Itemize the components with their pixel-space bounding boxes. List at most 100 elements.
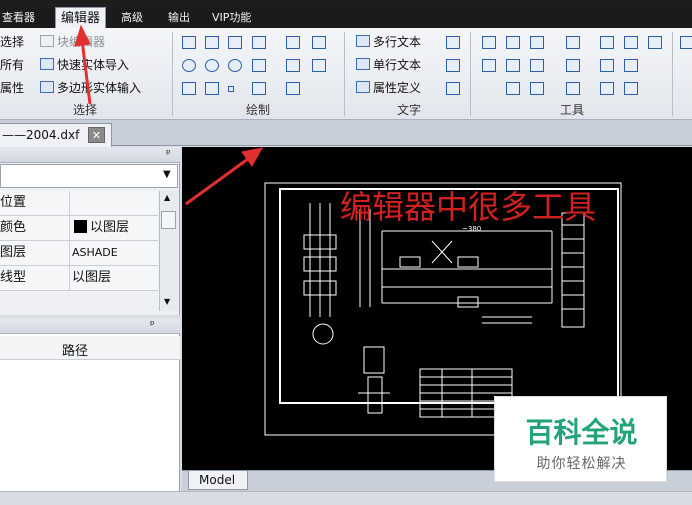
array-tool-icon[interactable] (566, 36, 580, 49)
stext-button[interactable]: 单行文本 (356, 56, 421, 74)
block-editor-label: 块编辑器 (57, 35, 106, 49)
point-tool-icon[interactable] (228, 86, 234, 92)
watermark-title: 百科全说 (525, 416, 638, 449)
stext-icon (356, 58, 370, 70)
property-key: 图层 (0, 241, 70, 265)
align-tool-icon[interactable] (648, 36, 662, 49)
document-tab[interactable]: ——2004.dxf ✕ (0, 123, 112, 147)
polygon-input-button[interactable]: 多边形实体输入 (40, 79, 141, 97)
terminal-block (561, 212, 585, 328)
menu-output[interactable]: 输出 (168, 8, 190, 28)
copy-tool-icon[interactable] (600, 36, 614, 49)
block-tool-icon[interactable] (312, 36, 326, 49)
select-button[interactable]: 选择 (0, 33, 24, 51)
text-group-label: 文字 (396, 103, 421, 117)
stext-label: 单行文本 (373, 58, 422, 72)
raster-tool-icon[interactable] (252, 82, 266, 95)
mirror-tool-icon[interactable] (530, 36, 544, 49)
document-tab-label: ——2004.dxf (2, 128, 80, 142)
entity-selector-dropdown[interactable]: ▼ (0, 164, 178, 188)
menu-vip[interactable]: VIP功能 (212, 8, 251, 28)
menu-viewer[interactable]: 查看器 (2, 8, 35, 28)
scale-tool-icon[interactable] (624, 36, 638, 49)
control-circuit (381, 230, 553, 324)
lengthen-tool-icon[interactable] (600, 82, 614, 95)
ribbon-separator (344, 32, 345, 116)
mtext-label: 多行文本 (373, 35, 422, 49)
rectangle-tool-icon[interactable] (228, 36, 242, 49)
scroll-thumb[interactable] (161, 211, 176, 229)
polygon-input-label: 多边形实体输入 (57, 81, 142, 95)
trim-tool-icon[interactable] (482, 59, 496, 72)
hatch-tool-icon[interactable] (286, 36, 300, 49)
revision-cloud-icon[interactable] (182, 82, 196, 95)
text-attr-icon[interactable] (446, 82, 460, 95)
polyline-tool-icon[interactable] (205, 36, 219, 49)
attdef-icon (356, 81, 370, 93)
scroll-down-icon[interactable]: ▼ (164, 297, 170, 306)
arc-tool-icon[interactable] (228, 59, 242, 72)
spline-tool-icon[interactable] (252, 36, 266, 49)
menu-editor[interactable]: 编辑器 (55, 7, 107, 29)
chevron-down-icon[interactable]: ▼ (163, 169, 171, 180)
path-panel-header: ᵖ (0, 318, 180, 334)
mtext-button[interactable]: 多行文本 (356, 33, 421, 51)
property-key: 位置 (0, 191, 70, 215)
watermark-logo: 百科全说 助你轻松解决 (494, 396, 667, 482)
polygon-icon (40, 81, 54, 93)
block-editor-button[interactable]: 块编辑器 (40, 33, 105, 51)
image-tool-icon[interactable] (312, 59, 326, 72)
menu-bar: 查看器 编辑器 高级 输出 VIP功能 (0, 7, 692, 29)
property-value: ASHADE (72, 246, 118, 259)
pin-icon[interactable]: ᵖ (166, 147, 171, 160)
property-row-layer[interactable]: 图层 ASHADE (0, 241, 158, 266)
move-tool-icon[interactable] (482, 36, 496, 49)
properties-scrollbar[interactable]: ▲ ▼ (159, 191, 178, 311)
chamfer-tool-icon[interactable] (506, 82, 520, 95)
stretch-tool-icon[interactable] (566, 82, 580, 95)
join-tool-icon[interactable] (624, 59, 638, 72)
property-row-color[interactable]: 颜色 以图层 (0, 216, 158, 241)
properties-button[interactable]: 属性 (0, 79, 24, 97)
import-icon (40, 58, 54, 70)
properties-panel: ᵖ ▼ 位置 颜色 以图层 图层 ASHADE 线型 以图层 ▲ ▼ (0, 147, 180, 315)
quick-import-button[interactable]: 快速实体导入 (40, 56, 129, 74)
gradient-tool-icon[interactable] (205, 82, 219, 95)
erase-tool-icon[interactable] (624, 82, 638, 95)
model-tab[interactable]: Model (188, 471, 248, 490)
table-tool-icon[interactable] (286, 82, 300, 95)
fillet-tool-icon[interactable] (530, 82, 544, 95)
pin-icon[interactable]: ᵖ (150, 318, 155, 331)
close-icon[interactable]: ✕ (88, 127, 105, 143)
path-column-header[interactable]: 路径 (0, 336, 180, 360)
property-row-linetype[interactable]: 线型 以图层 (0, 266, 158, 291)
color-value-label: 以图层 (90, 220, 130, 235)
break-tool-icon[interactable] (600, 59, 614, 72)
path-column-label: 路径 (62, 344, 89, 359)
status-bar (0, 491, 692, 505)
select-all-button[interactable]: 所有 (0, 56, 24, 74)
quick-import-label: 快速实体导入 (57, 58, 130, 72)
text-edit-icon[interactable] (446, 59, 460, 72)
text-style-icon[interactable] (446, 36, 460, 49)
attdef-button[interactable]: 属性定义 (356, 79, 421, 97)
scroll-up-icon[interactable]: ▲ (164, 193, 170, 202)
pen-tool-icon[interactable] (286, 59, 300, 72)
menu-advanced[interactable]: 高级 (121, 8, 143, 28)
region-tool-icon[interactable] (252, 59, 266, 72)
explode-tool-icon[interactable] (530, 59, 544, 72)
ribbon-separator (172, 32, 173, 116)
property-value: 以图层 (72, 270, 112, 285)
path-panel: ᵖ 路径 (0, 318, 180, 505)
offset-tool-icon[interactable] (566, 59, 580, 72)
property-key: 颜色 (0, 216, 70, 240)
property-row-position[interactable]: 位置 (0, 191, 158, 216)
watermark-subtitle: 助你轻松解决 (536, 456, 627, 472)
ellipse-tool-icon[interactable] (205, 59, 219, 72)
tools-group-label: 工具 (559, 103, 584, 117)
panel-toggle-icon[interactable] (680, 36, 692, 49)
line-tool-icon[interactable] (182, 36, 196, 49)
circle-tool-icon[interactable] (182, 59, 196, 72)
extend-tool-icon[interactable] (506, 59, 520, 72)
rotate-tool-icon[interactable] (506, 36, 520, 49)
